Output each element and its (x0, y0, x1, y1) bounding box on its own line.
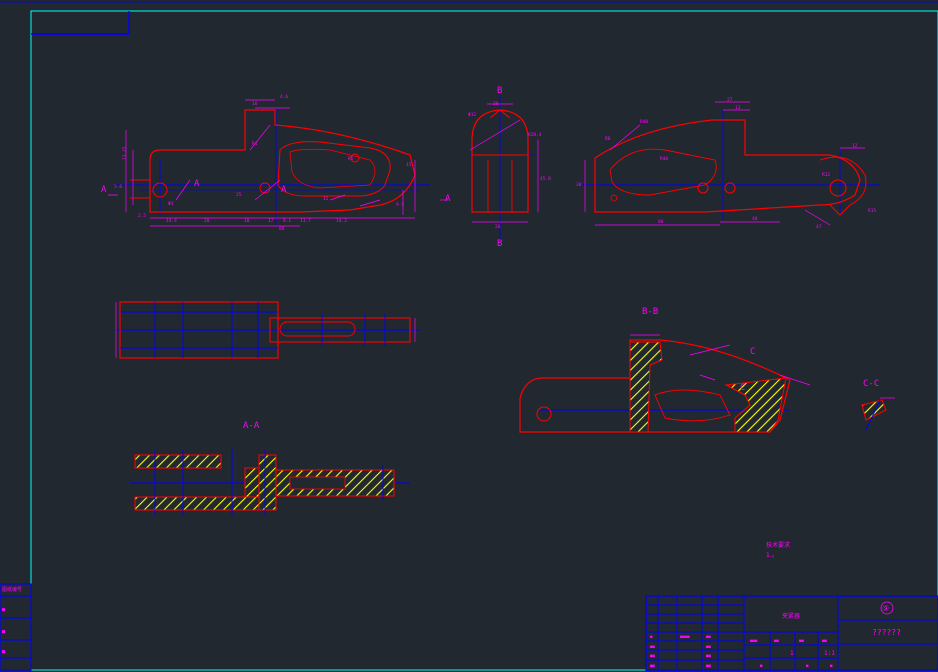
dim-front-bottom-4: 17 (268, 218, 274, 224)
dim-side-5: 26 (495, 224, 501, 230)
dim-front-right-3: 25 (236, 192, 242, 198)
dim-right-top-3: 27 (727, 97, 733, 103)
dim-right-right-3: R15 (868, 208, 876, 214)
title-qty: 1 (790, 650, 794, 657)
dim-front-top-1: 16 (252, 101, 258, 107)
marker-a-mid1: A (194, 179, 200, 189)
svg-text:■■■■: ■■■■ (680, 634, 690, 639)
dim-right-right-2: R12 (822, 172, 830, 178)
dim-side-1: Φ12 (468, 112, 476, 118)
side-view: Φ12 30 R28.4 45.8 26 B B (468, 86, 551, 249)
dim-right-top-5: R40 (660, 156, 668, 162)
svg-text:■■: ■■ (650, 663, 655, 668)
dim-front-left-1: 21.25 (122, 146, 128, 160)
tech-note: 技术要求 1.。 (766, 541, 790, 559)
marker-c-top: C (750, 347, 755, 357)
dim-front-left-4: 2.5 (138, 213, 146, 219)
title-drawing-title: ?????? (872, 628, 901, 637)
section-aa-view: A-A (130, 421, 410, 515)
section-cc-label: C-C (863, 379, 879, 389)
title-block: 夹紧器 ⑨ ?????? 1:1 1 ■■■ ■■ ■■ ■■ ■ ■■■■ ■■ ■■ ■… (645, 595, 938, 671)
dim-front-left-2: 3.6 (114, 184, 122, 190)
svg-text:■■: ■■ (799, 638, 804, 643)
svg-text:■: ■ (760, 663, 763, 668)
dim-front-bottom-5: 8.1 (283, 218, 291, 224)
dim-front-right-2: 9.5 (396, 202, 404, 208)
dim-front-bottom-2: 20 (204, 218, 210, 224)
svg-text:■■: ■■ (706, 653, 711, 658)
left-strip-label: 图纸编号 (2, 586, 22, 593)
title-sheet-number: ⑨ (882, 604, 889, 613)
dim-front-top-2: 4.6 (280, 94, 288, 100)
marker-b-bottom: B (497, 239, 502, 249)
section-bb-view: B-B C C (519, 307, 811, 433)
section-cc-view: C-C (861, 379, 895, 431)
svg-text:■■: ■■ (706, 663, 711, 668)
svg-text:■■■: ■■■ (750, 638, 758, 643)
dim-right-top-4: 13 (735, 105, 741, 111)
marker-a-left: A (101, 185, 107, 195)
tech-note-line1: 1.。 (766, 552, 778, 559)
tech-note-heading: 技术要求 (766, 541, 790, 549)
svg-text:■: ■ (2, 629, 5, 635)
right-view: R40 R8 27 13 R40 40 80 30 12 R12 R15 47 (576, 97, 880, 230)
dim-front-left-3: Φ3 (168, 201, 174, 207)
dim-front-top-3: R4 (252, 141, 258, 147)
dim-front-bottom-7: 14.3 (336, 218, 347, 224)
dim-right-right-1: 12 (852, 143, 858, 149)
svg-text:■■: ■■ (650, 644, 655, 649)
cad-drawing-canvas: 图纸编号 ■ ■ ■ 16 4.6 R4 R5 21.25 3.6 Φ3 2.5… (0, 1, 938, 671)
left-strip: 图纸编号 ■ ■ ■ (0, 583, 32, 671)
marker-c-bottom: C (740, 383, 745, 393)
svg-text:■■: ■■ (706, 634, 711, 639)
top-view (115, 301, 420, 359)
title-scale: 1:1 (824, 650, 835, 657)
dim-front-right-1: 15 (406, 162, 412, 168)
marker-a-right: A (445, 194, 451, 204)
dim-front-bottom-8: 80 (279, 226, 285, 232)
dim-front-bottom-3: 10 (244, 218, 250, 224)
svg-text:■■: ■■ (774, 638, 779, 643)
dim-right-top-1: R40 (640, 119, 648, 125)
dim-right-bottom-1: 40 (752, 216, 758, 222)
svg-text:■■: ■■ (650, 653, 655, 658)
dim-right-right-4: 47 (816, 224, 822, 230)
dim-side-2: 30 (493, 101, 499, 107)
marker-b-top: B (497, 86, 502, 96)
dim-side-3: R28.4 (528, 132, 542, 138)
dim-front-bottom-6: 11.7 (300, 218, 311, 224)
svg-text:■■: ■■ (822, 638, 827, 643)
title-part-name: 夹紧器 (782, 612, 800, 620)
drawing-border (0, 1, 938, 671)
svg-text:■: ■ (806, 663, 809, 668)
svg-text:■: ■ (2, 607, 5, 613)
dim-right-top-2: R8 (605, 136, 611, 142)
marker-a-mid2: A (281, 185, 287, 195)
svg-text:■: ■ (650, 634, 653, 639)
dim-front-top-4: R5 (348, 156, 354, 162)
dim-right-bottom-2: 80 (658, 219, 664, 225)
svg-text:■: ■ (830, 663, 833, 668)
section-bb-label: B-B (642, 307, 658, 317)
dim-side-4: 45.8 (540, 176, 551, 182)
dim-right-bottom-3: 30 (576, 182, 582, 188)
section-aa-label: A-A (243, 421, 260, 431)
dim-front-right-4: 12 (323, 196, 329, 202)
svg-text:■■: ■■ (706, 644, 711, 649)
svg-text:■: ■ (2, 649, 5, 655)
dim-front-bottom-1: 14.4 (166, 218, 177, 224)
front-view: 16 4.6 R4 R5 21.25 3.6 Φ3 2.5 14.4 20 10… (101, 94, 451, 232)
